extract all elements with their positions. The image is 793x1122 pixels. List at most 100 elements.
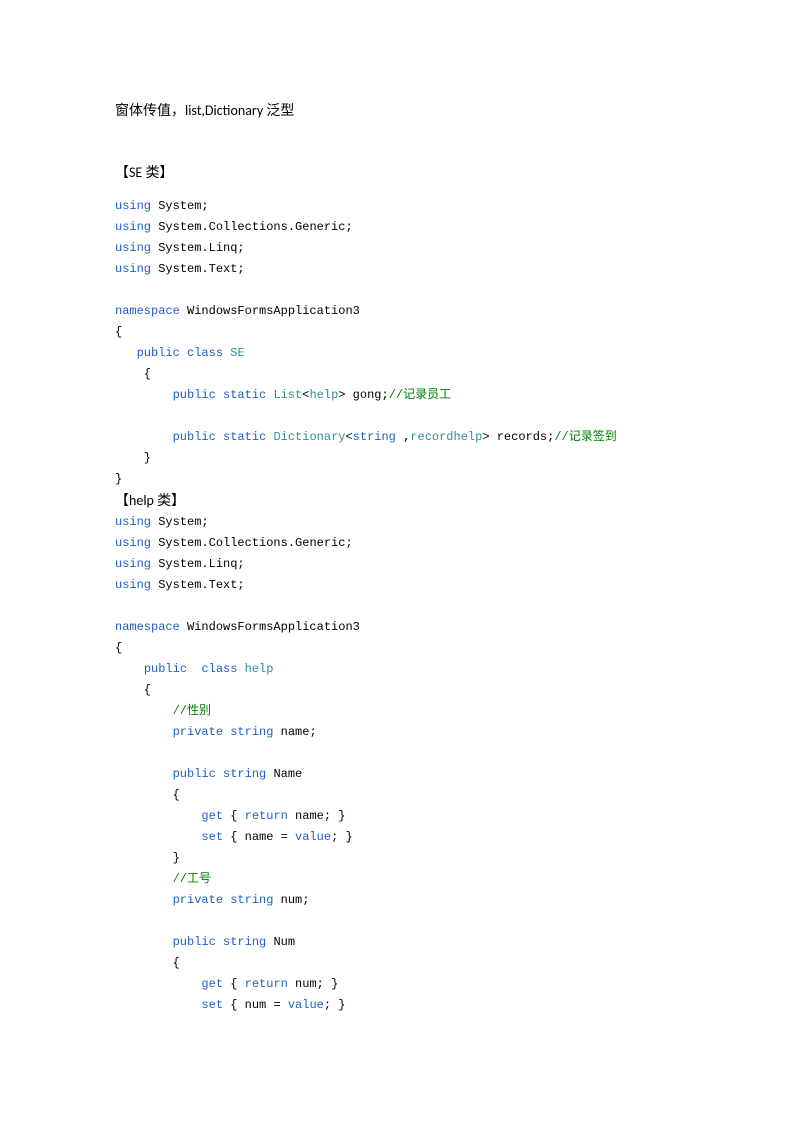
code-block-se: using System; using System.Collections.G…: [115, 196, 678, 490]
document-page: 窗体传值，list,Dictionary 泛型 【SE 类】 using Sys…: [0, 0, 793, 1122]
keyword-set: set: [201, 830, 223, 844]
code-text: > records;: [482, 430, 554, 444]
code-text: System;: [151, 515, 209, 529]
bracket-left: 【: [115, 166, 129, 181]
code-text: WindowsFormsApplication3: [180, 620, 360, 634]
bracket-left: 【: [115, 494, 129, 509]
keyword-public: public: [144, 662, 187, 676]
keyword-using: using: [115, 536, 151, 550]
code-text: WindowsFormsApplication3: [180, 304, 360, 318]
brace: {: [115, 325, 122, 339]
comment: //记录员工: [389, 388, 451, 402]
keyword-string: string: [230, 893, 273, 907]
sp: [216, 767, 223, 781]
indent: [115, 830, 201, 844]
title-text-en: list,Dictionary: [185, 102, 266, 119]
keyword-namespace: namespace: [115, 304, 180, 318]
keyword-private: private: [173, 893, 223, 907]
comment: //性别: [173, 704, 211, 718]
section-header-help: 【help 类】: [115, 490, 678, 512]
keyword-using: using: [115, 515, 151, 529]
code-text: System.Collections.Generic;: [151, 220, 353, 234]
keyword-public: public: [173, 430, 216, 444]
code-text: ; }: [331, 830, 353, 844]
code-text: ; }: [324, 998, 346, 1012]
code-text: System.Linq;: [151, 241, 245, 255]
type-name: SE: [230, 346, 244, 360]
sp: [180, 346, 187, 360]
code-text: { name =: [223, 830, 295, 844]
brace: }: [115, 472, 122, 486]
indent: [115, 809, 201, 823]
keyword-public: public: [173, 935, 216, 949]
indent: [115, 977, 201, 991]
indent: [115, 430, 173, 444]
keyword-using: using: [115, 241, 151, 255]
section-name: help: [129, 492, 157, 509]
code-text: Name: [266, 767, 302, 781]
keyword-using: using: [115, 220, 151, 234]
code-text: name;: [273, 725, 316, 739]
title-text-cn1: 窗体传值，: [115, 104, 185, 119]
type-recordhelp: recordhelp: [410, 430, 482, 444]
angle: <: [345, 430, 352, 444]
indent: [115, 346, 137, 360]
section-name: SE: [129, 164, 145, 181]
keyword-static: static: [223, 430, 266, 444]
keyword-public: public: [173, 388, 216, 402]
code-block-help: using System; using System.Collections.G…: [115, 512, 678, 1016]
keyword-class: class: [187, 346, 223, 360]
section-suffix: 类】: [145, 166, 173, 181]
keyword-namespace: namespace: [115, 620, 180, 634]
brace: {: [115, 788, 180, 802]
code-text: {: [223, 809, 245, 823]
code-text: System;: [151, 199, 209, 213]
keyword-private: private: [173, 725, 223, 739]
indent: [115, 725, 173, 739]
type-list: List: [273, 388, 302, 402]
section-suffix: 类】: [157, 494, 185, 509]
brace: {: [115, 683, 151, 697]
keyword-static: static: [223, 388, 266, 402]
keyword-using: using: [115, 578, 151, 592]
sp: [216, 388, 223, 402]
keyword-get: get: [201, 809, 223, 823]
code-text: System.Linq;: [151, 557, 245, 571]
sp: [216, 935, 223, 949]
indent: [115, 872, 173, 886]
type-dict: Dictionary: [273, 430, 345, 444]
code-text: { num =: [223, 998, 288, 1012]
sp: [187, 662, 201, 676]
type-help: help: [245, 662, 274, 676]
code-text: Num: [266, 935, 295, 949]
keyword-return: return: [245, 809, 288, 823]
brace: {: [115, 641, 122, 655]
keyword-get: get: [201, 977, 223, 991]
code-text: > gong;: [338, 388, 388, 402]
document-title: 窗体传值，list,Dictionary 泛型: [115, 100, 678, 122]
brace: }: [115, 451, 151, 465]
sp: [216, 430, 223, 444]
code-text: {: [223, 977, 245, 991]
comment: //工号: [173, 872, 211, 886]
code-text: num; }: [288, 977, 338, 991]
keyword-value: value: [295, 830, 331, 844]
code-text: num;: [273, 893, 309, 907]
code-text: name; }: [288, 809, 346, 823]
comment: //记录签到: [554, 430, 616, 444]
indent: [115, 662, 144, 676]
keyword-public: public: [173, 767, 216, 781]
keyword-string: string: [223, 935, 266, 949]
code-text: System.Text;: [151, 262, 245, 276]
keyword-public: public: [137, 346, 180, 360]
keyword-using: using: [115, 199, 151, 213]
brace: {: [115, 956, 180, 970]
indent: [115, 893, 173, 907]
indent: [115, 704, 173, 718]
sp: [237, 662, 244, 676]
title-text-cn2: 泛型: [266, 104, 294, 119]
code-text: System.Collections.Generic;: [151, 536, 353, 550]
brace: }: [115, 851, 180, 865]
brace: {: [115, 367, 151, 381]
keyword-string: string: [223, 767, 266, 781]
